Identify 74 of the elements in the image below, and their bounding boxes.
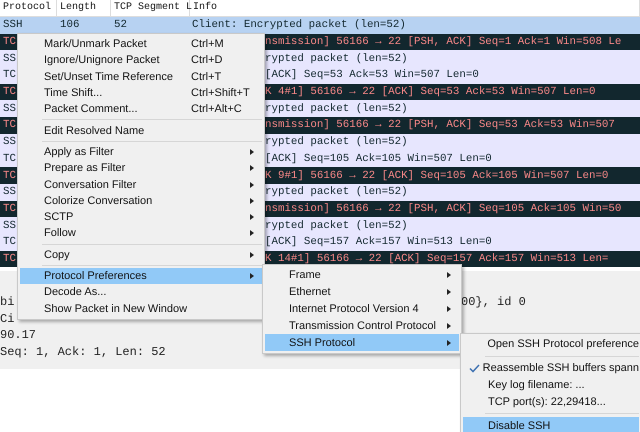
menu-item[interactable]: Set/Unset Time Reference Ctrl+T [20, 68, 262, 85]
column-header[interactable]: Length [57, 0, 111, 16]
detail-text: 90.17 [0, 328, 36, 344]
packet-row[interactable]: SSH 106 52 Client: Encrypted packet (len=52) [0, 17, 640, 34]
menu-item[interactable]: Ignore/Unignore Packet Ctrl+D [20, 52, 262, 69]
table-cell: K 4#1] 56166 → 22 [ACK] Seq=53 Ack=53 Win=507 Len=0 [265, 86, 596, 98]
detail-text: bi [0, 295, 14, 312]
table-cell-text: SSH [2, 19, 22, 32]
table-cell-text: TC [2, 202, 16, 215]
table-cell-text: TC [2, 86, 16, 98]
table-cell: rypted packet (len=52) [265, 220, 408, 232]
table-cell-text: SS [2, 102, 16, 115]
menu-item[interactable]: Mark/Unmark Packet Ctrl+M [20, 36, 262, 52]
table-cell: nsmission] 56166 → 22 [PSH, ACK] Seq=105 Ack=105 Win=50 [265, 202, 622, 215]
menu-item[interactable]: TCP port(s): 22,29418... [463, 393, 639, 410]
submenu-arrow-icon [447, 340, 451, 346]
table-cell-text: TC [2, 236, 16, 248]
menu-item[interactable]: SSH Protocol [265, 334, 459, 351]
submenu-arrow-icon [447, 272, 451, 278]
table-cell-text: TC [2, 36, 16, 48]
table-cell: [ACK] Seq=105 Ack=105 Win=507 Len=0 [265, 152, 492, 165]
menu-item[interactable]: Decode As... [20, 284, 262, 300]
table-cell: K 14#1] 56166 → 22 [ACK] Seq=157 Ack=157 Win=513 Len= [265, 252, 608, 265]
submenu-arrow-icon [250, 273, 254, 279]
menu-item[interactable]: Reassemble SSH buffers spann [463, 360, 639, 377]
table-cell-text: Client: Encrypted packet (len=52) [191, 19, 406, 32]
column-header[interactable]: TCP Segment L [111, 0, 190, 16]
menu-item[interactable]: Key log filename: ... [463, 376, 639, 394]
submenu-arrow-icon [250, 182, 254, 188]
menu-item[interactable]: Time Shift... Ctrl+Shift+T [20, 84, 262, 102]
table-cell-text: SS [2, 52, 16, 65]
detail-text: Seq: 1, Ack: 1, Len: 52 [0, 344, 166, 361]
submenu-arrow-icon [250, 198, 254, 204]
submenu-arrow-icon [250, 148, 254, 155]
submenu-arrow-icon [250, 252, 254, 258]
detail-text: 00}, id 0 [461, 295, 526, 312]
menu-item[interactable]: Protocol Preferences [20, 268, 262, 284]
table-cell-text: SS [2, 136, 16, 148]
table-cell: rypted packet (len=52) [265, 102, 408, 115]
submenu-arrow-icon [447, 289, 451, 296]
table-cell-text: TC [2, 170, 16, 182]
submenu-arrow-icon [250, 214, 254, 220]
table-cell: nsmission] 56166 → 22 [PSH, ACK] Seq=53 Ack=53 Win=507 [265, 119, 615, 132]
table-cell-text: 106 [59, 19, 80, 32]
detail-text: Ci [0, 312, 14, 328]
column-header[interactable]: Protocol [0, 0, 57, 16]
submenu-arrow-icon [250, 165, 254, 172]
menu-item[interactable]: Disable SSH [463, 417, 639, 432]
table-cell-text: SS [2, 220, 16, 232]
submenu-arrow-icon [250, 230, 254, 236]
table-cell: [ACK] Seq=53 Ack=53 Win=507 Len=0 [265, 69, 479, 82]
menu-item[interactable]: Frame [265, 267, 459, 284]
table-cell-text: 52 [113, 19, 128, 32]
menu-item[interactable]: Ethernet [265, 284, 459, 301]
table-cell-text: TC [2, 252, 16, 265]
table-cell-text: SS [2, 186, 16, 198]
checkmark-icon [469, 364, 480, 373]
table-cell: nsmission] 56166 → 22 [PSH, ACK] Seq=1 Ack=1 Win=508 Le [265, 36, 622, 48]
menu-item[interactable]: Packet Comment... Ctrl+Alt+C [20, 101, 262, 118]
menu-item[interactable]: Show Packet in New Window [20, 300, 262, 317]
column-header[interactable]: Info [190, 0, 640, 16]
menu-item[interactable]: Open SSH Protocol preference [463, 336, 639, 353]
table-cell-text: TC [2, 152, 16, 165]
submenu-arrow-icon [447, 322, 451, 329]
table-cell: rypted packet (len=52) [265, 136, 408, 148]
table-cell: K 9#1] 56166 → 22 [ACK] Seq=105 Ack=105 Win=507 Len=0 [265, 170, 608, 182]
menu-item[interactable]: Internet Protocol Version 4 [265, 300, 459, 318]
table-cell-text: TC [2, 69, 16, 82]
table-cell-text: TC [2, 119, 16, 132]
table-cell: rypted packet (len=52) [265, 52, 408, 65]
table-cell: rypted packet (len=52) [265, 186, 408, 198]
submenu-arrow-icon [447, 306, 451, 312]
table-cell: [ACK] Seq=157 Ack=157 Win=513 Len=0 [265, 236, 492, 248]
menu-item[interactable]: Transmission Control Protocol [265, 317, 459, 334]
